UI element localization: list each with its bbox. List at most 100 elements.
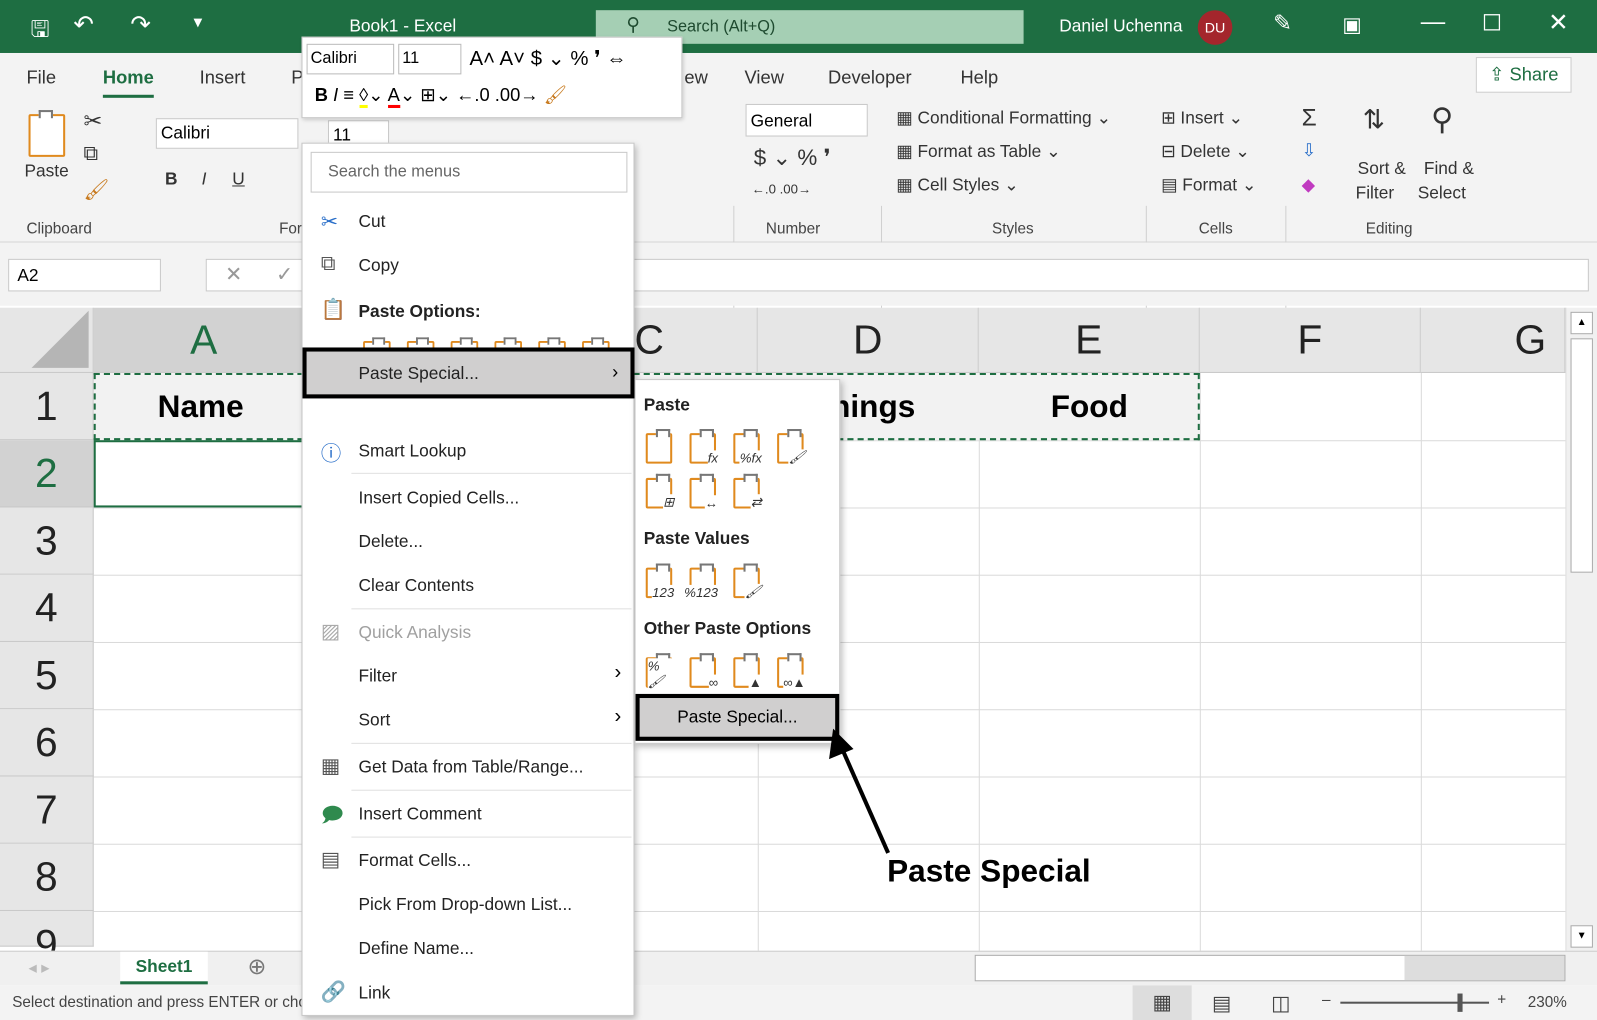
bold-button[interactable]: B bbox=[165, 169, 178, 189]
page-layout-view-icon[interactable]: ▤ bbox=[1212, 990, 1231, 1015]
active-cell-a2[interactable] bbox=[93, 440, 315, 508]
vertical-scrollbar[interactable]: ▲ ▼ bbox=[1565, 307, 1597, 951]
paste-special-option-icon[interactable]: fx bbox=[689, 428, 719, 466]
column-header-g[interactable]: G bbox=[1420, 307, 1566, 373]
paste-special-option-icon[interactable]: ⊞ bbox=[645, 473, 675, 511]
zoom-level[interactable]: 230% bbox=[1528, 994, 1567, 1011]
menu-insert-comment[interactable]: Insert Comment bbox=[359, 804, 482, 824]
tab-help[interactable]: Help bbox=[960, 67, 998, 88]
paste-special-option-icon[interactable]: ▲ bbox=[733, 653, 762, 690]
tab-review[interactable]: ew bbox=[684, 67, 707, 88]
menu-paste-special[interactable]: Paste Special... › bbox=[302, 347, 635, 399]
row-header-4[interactable]: 4 bbox=[0, 574, 94, 642]
cell-e1[interactable]: Food bbox=[979, 373, 1200, 440]
column-header-e[interactable]: E bbox=[978, 307, 1200, 373]
paste-special-option-icon[interactable]: ↔ bbox=[689, 473, 719, 511]
format-as-table-button[interactable]: ▦ Format as Table ⌄ bbox=[896, 142, 1060, 162]
menu-smart-lookup[interactable]: Smart Lookup bbox=[359, 441, 467, 461]
menu-sort[interactable]: Sort bbox=[359, 710, 391, 730]
undo-icon[interactable]: ↶ bbox=[73, 10, 93, 40]
format-cells-button[interactable]: ▤ Format ⌄ bbox=[1161, 175, 1256, 195]
menu-clear-contents[interactable]: Clear Contents bbox=[359, 576, 474, 596]
add-sheet-icon[interactable]: ⊕ bbox=[247, 954, 266, 980]
cut-icon[interactable]: ✂ bbox=[84, 108, 103, 134]
column-header-a[interactable]: A bbox=[93, 307, 315, 373]
paste-special-option-icon[interactable]: ∞ bbox=[689, 653, 719, 690]
horizontal-scrollbar[interactable] bbox=[974, 954, 1566, 982]
redo-icon[interactable]: ↷ bbox=[130, 10, 150, 40]
insert-cells-button[interactable]: ⊞ Insert ⌄ bbox=[1161, 108, 1243, 128]
paste-special-option-icon[interactable] bbox=[645, 428, 673, 464]
font-name-box[interactable]: Calibri bbox=[155, 118, 299, 149]
paste-special-option-icon[interactable]: 🖌 bbox=[733, 563, 762, 601]
tab-developer[interactable]: Developer bbox=[828, 67, 912, 88]
find-label[interactable]: Find & bbox=[1424, 159, 1474, 179]
share-button[interactable]: ⇪ Share bbox=[1475, 57, 1572, 93]
menu-get-data[interactable]: Get Data from Table/Range... bbox=[359, 757, 584, 777]
menu-filter[interactable]: Filter bbox=[359, 666, 397, 686]
cell-styles-button[interactable]: ▦ Cell Styles ⌄ bbox=[896, 175, 1018, 195]
paste-special-option-icon[interactable]: ∞▲ bbox=[777, 653, 806, 690]
row-header-9[interactable]: 9 bbox=[0, 910, 94, 967]
zoom-slider[interactable] bbox=[1340, 993, 1490, 1012]
currency-icon[interactable]: $ ⌄ % ❜ bbox=[754, 145, 831, 171]
save-icon[interactable]: 🖫 bbox=[31, 12, 50, 51]
menu-format-cells[interactable]: Format Cells... bbox=[359, 851, 472, 871]
mini-format-icons[interactable]: B I ≡ ◊⌄ A⌄ ⊞⌄ ←.0 .00→ 🖌 bbox=[315, 84, 567, 109]
decimal-icons[interactable]: ←.0 .00→ bbox=[752, 181, 812, 196]
paste-icon[interactable] bbox=[28, 110, 66, 157]
paste-special-option-icon[interactable]: %🖌 bbox=[645, 653, 675, 690]
row-header-7[interactable]: 7 bbox=[0, 776, 94, 844]
cell-a1[interactable]: Name bbox=[94, 373, 308, 440]
tab-insert[interactable]: Insert bbox=[200, 67, 246, 88]
avatar[interactable]: DU bbox=[1197, 10, 1233, 45]
close-button[interactable]: ✕ bbox=[1548, 8, 1568, 38]
tab-home[interactable]: Home bbox=[102, 67, 154, 98]
minimize-button[interactable]: — bbox=[1421, 8, 1445, 37]
sort-label[interactable]: Sort & bbox=[1358, 159, 1406, 179]
row-header-6[interactable]: 6 bbox=[0, 709, 94, 777]
name-box[interactable]: A2 bbox=[8, 258, 161, 292]
tab-file[interactable]: File bbox=[26, 67, 56, 88]
cancel-icon[interactable]: ✕ bbox=[225, 262, 242, 287]
filter-label[interactable]: Filter bbox=[1356, 183, 1394, 203]
paste-special-option-icon[interactable]: 123 bbox=[645, 563, 675, 601]
paste-special-option-icon[interactable]: 🖌 bbox=[777, 428, 806, 466]
row-header-1[interactable]: 1 bbox=[0, 372, 94, 441]
underline-button[interactable]: U bbox=[232, 169, 245, 189]
row-header-5[interactable]: 5 bbox=[0, 641, 94, 710]
fill-icon[interactable]: ⇩ bbox=[1302, 141, 1317, 161]
clear-icon[interactable]: ◆ bbox=[1302, 175, 1315, 195]
mini-font-box[interactable]: Calibri bbox=[306, 43, 395, 75]
submenu-paste-special-button[interactable]: Paste Special... bbox=[635, 693, 840, 741]
prev-sheet-icon[interactable]: ◂ ▸ bbox=[29, 958, 50, 978]
page-break-view-icon[interactable]: ◫ bbox=[1271, 990, 1290, 1015]
autosum-icon[interactable]: Σ bbox=[1302, 104, 1317, 133]
row-header-3[interactable]: 3 bbox=[0, 507, 94, 575]
italic-button[interactable]: I bbox=[202, 169, 207, 189]
format-painter-icon[interactable]: 🖌 bbox=[84, 177, 110, 202]
menu-cut[interactable]: Cut bbox=[359, 212, 386, 232]
row-header-8[interactable]: 8 bbox=[0, 843, 94, 911]
menu-define-name[interactable]: Define Name... bbox=[359, 938, 474, 958]
tab-view[interactable]: View bbox=[745, 67, 784, 88]
paste-special-option-icon[interactable]: %fx bbox=[733, 428, 762, 466]
enter-icon[interactable]: ✓ bbox=[276, 262, 293, 287]
sheet-tab-sheet1[interactable]: Sheet1 bbox=[120, 951, 208, 985]
customize-qat-icon[interactable]: ▾ bbox=[194, 12, 203, 32]
number-format-box[interactable]: General bbox=[745, 103, 868, 137]
menu-pick-from-list[interactable]: Pick From Drop-down List... bbox=[359, 895, 573, 915]
mini-font-grow-icons[interactable]: A˄ A˅ $ ⌄ % ❜ ⇔ bbox=[470, 46, 627, 71]
conditional-formatting-button[interactable]: ▦ Conditional Formatting ⌄ bbox=[896, 108, 1111, 128]
column-header-d[interactable]: D bbox=[757, 307, 979, 373]
paste-special-option-icon[interactable]: ⇄ bbox=[733, 473, 762, 511]
ribbon-display-icon[interactable]: ▣ bbox=[1342, 12, 1361, 37]
maximize-button[interactable]: ☐ bbox=[1482, 10, 1502, 36]
select-label[interactable]: Select bbox=[1418, 183, 1466, 203]
select-all-button[interactable] bbox=[0, 307, 94, 373]
copy-icon[interactable]: ⧉ bbox=[84, 143, 99, 166]
pen-icon[interactable]: ✎ bbox=[1273, 10, 1292, 36]
column-header-f[interactable]: F bbox=[1199, 307, 1421, 373]
paste-button[interactable]: Paste bbox=[24, 161, 68, 181]
menu-insert-copied-cells[interactable]: Insert Copied Cells... bbox=[359, 488, 520, 508]
